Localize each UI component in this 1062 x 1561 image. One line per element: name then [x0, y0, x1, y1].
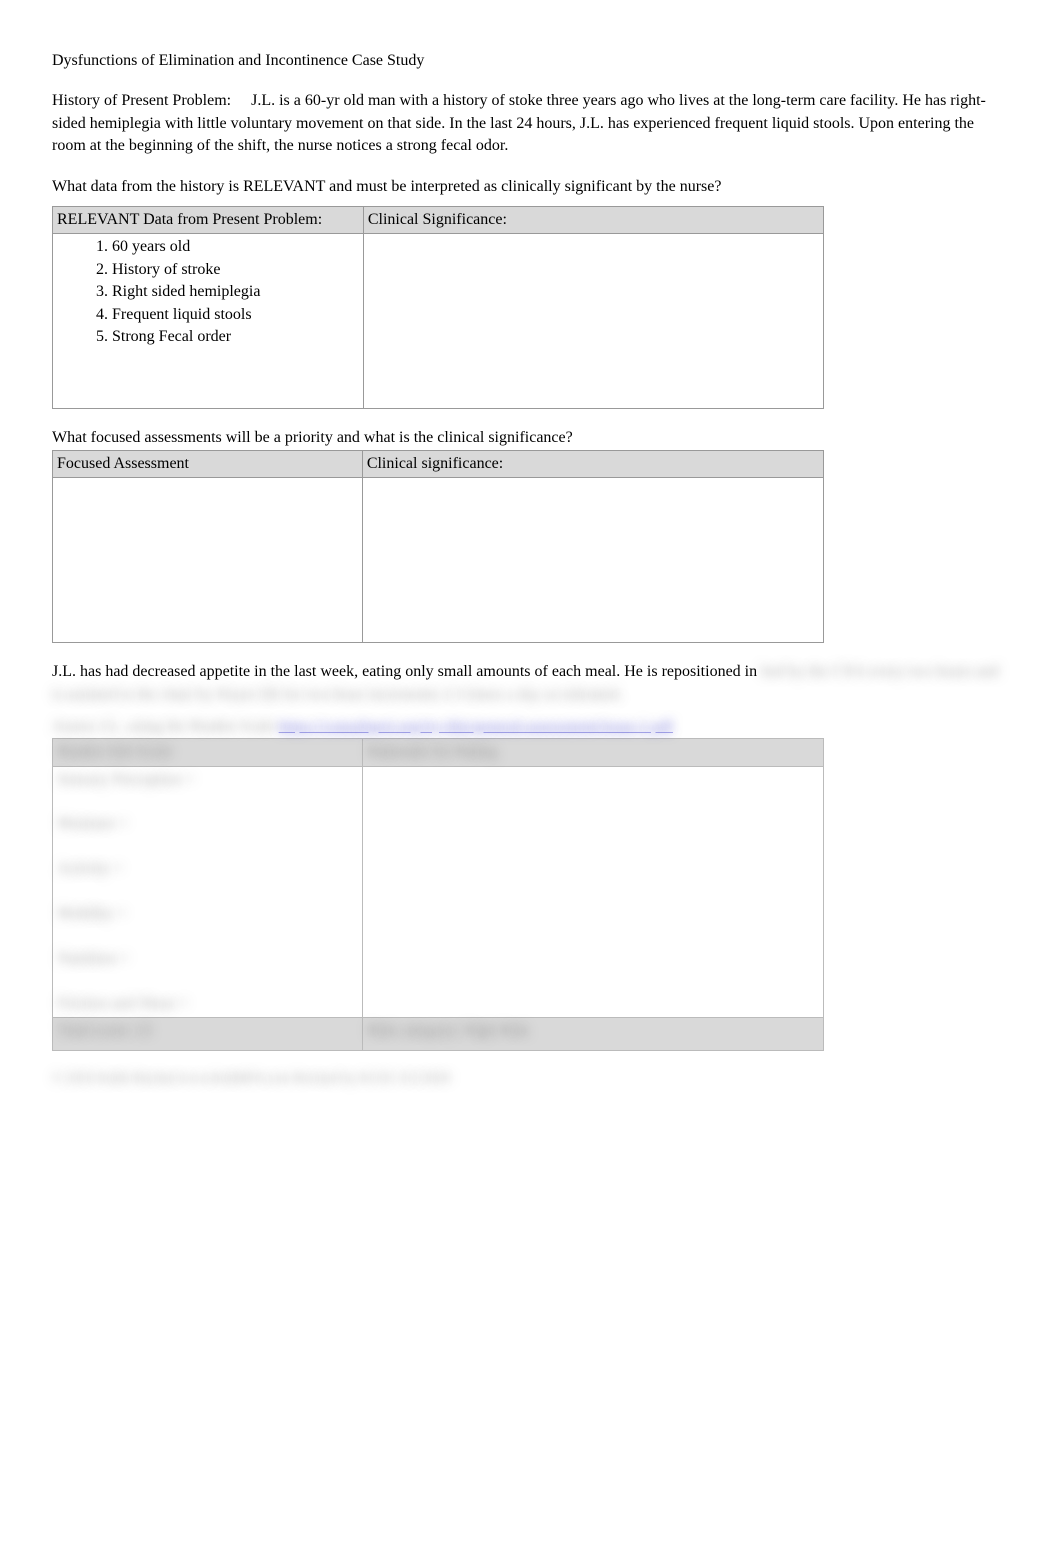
focused-assessment-table: Focused Assessment Clinical significance…	[52, 450, 824, 643]
history-section: History of Present Problem: J.L. is a 60…	[52, 90, 1010, 157]
assess-instruction-blurred: Assess J.L. using the Braden Scale https…	[52, 716, 1010, 738]
table1-body-left: 60 years old History of stroke Right sid…	[53, 234, 364, 409]
list-item: History of stroke	[112, 259, 359, 281]
table3-footer-right: Risk category: High Risk	[362, 1017, 823, 1050]
page-title: Dysfunctions of Elimination and Incontin…	[52, 50, 1010, 72]
relevant-data-table: RELEVANT Data from Present Problem: Clin…	[52, 206, 824, 409]
braden-row: Moisture =	[57, 813, 358, 835]
history-label: History of Present Problem:	[52, 92, 231, 109]
table2-header-left: Focused Assessment	[53, 450, 363, 477]
table2-body-left	[53, 478, 363, 643]
braden-row: Sensory Perception =	[57, 769, 358, 791]
braden-scale-table: Braden Sub Score Rationale for Rating Se…	[52, 738, 824, 1051]
table1-body-right	[363, 234, 823, 409]
footer-copyright: © 2016 Keith Rischer/www.KeithRN.com Rev…	[52, 1069, 1010, 1089]
list-item: 60 years old	[112, 236, 359, 258]
list-item: Frequent liquid stools	[112, 304, 359, 326]
narrative-visible: J.L. has had decreased appetite in the l…	[52, 663, 757, 680]
table3-body-right	[362, 766, 823, 1017]
narrative-2: J.L. has had decreased appetite in the l…	[52, 661, 1010, 706]
assess-text: Assess J.L. using the Braden Scale	[52, 718, 279, 735]
table2-body-right	[362, 478, 823, 643]
table3-body-left: Sensory Perception = Moisture = Activity…	[53, 766, 363, 1017]
list-item: Strong Fecal order	[112, 326, 359, 348]
table1-header-left: RELEVANT Data from Present Problem:	[53, 206, 364, 233]
table1-header-right: Clinical Significance:	[363, 206, 823, 233]
braden-row: Activity =	[57, 858, 358, 880]
table3-header-left: Braden Sub Score	[53, 739, 363, 766]
braden-row: Mobility =	[57, 903, 358, 925]
list-item: Right sided hemiplegia	[112, 281, 359, 303]
braden-row: Friction and Shear =	[57, 993, 358, 1015]
table3-footer-left: Total score: 23	[53, 1017, 363, 1050]
question-1: What data from the history is RELEVANT a…	[52, 176, 1010, 198]
assess-link: https://consultgeri.org/try-this/general…	[279, 718, 673, 735]
table3-header-right: Rationale for Rating	[362, 739, 823, 766]
braden-row: Nutrition =	[57, 948, 358, 970]
table2-header-right: Clinical significance:	[362, 450, 823, 477]
question-2: What focused assessments will be a prior…	[52, 427, 1010, 449]
